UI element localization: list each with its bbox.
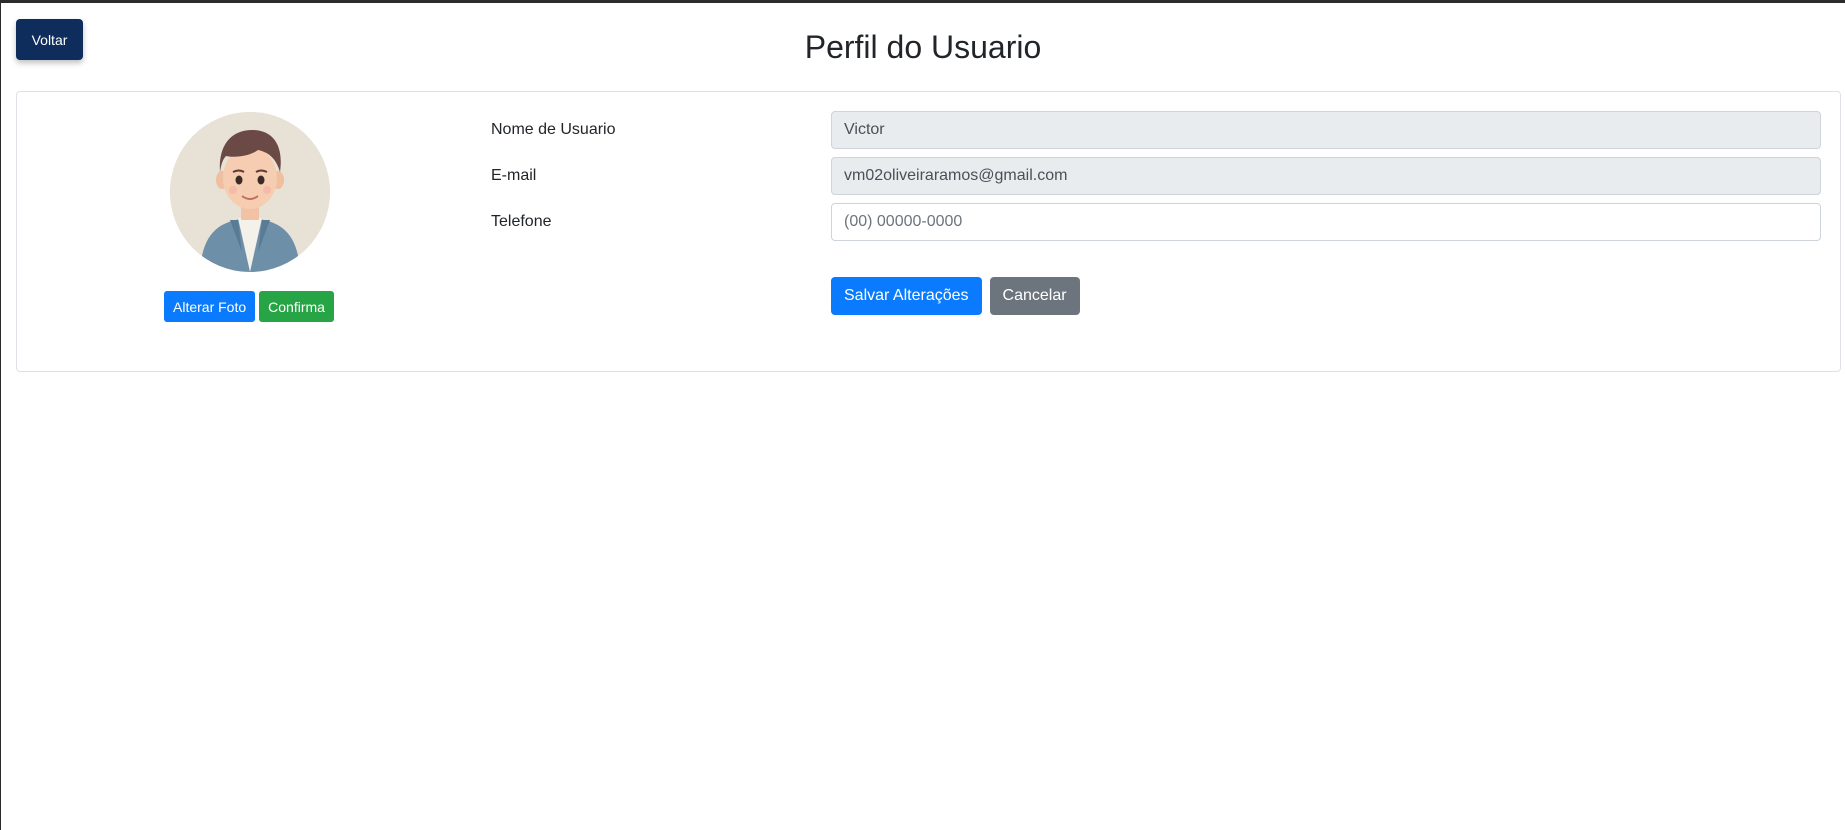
phone-row: Telefone	[491, 203, 1836, 241]
email-row: E-mail	[491, 157, 1836, 195]
profile-form: Nome de Usuario E-mail Telefone Salvar A…	[17, 92, 1840, 371]
username-row: Nome de Usuario	[491, 111, 1836, 149]
username-field[interactable]	[831, 111, 1821, 149]
profile-card: Alterar Foto Confirma Nome de Usuario E-…	[16, 91, 1841, 372]
page-title: Perfil do Usuario	[804, 29, 1042, 65]
phone-label: Telefone	[491, 213, 552, 230]
phone-field[interactable]	[831, 203, 1821, 241]
email-label: E-mail	[491, 167, 537, 184]
page: Voltar Perfil do Usuario Alterar Foto Co…	[0, 0, 1845, 830]
save-button[interactable]: Salvar Alterações	[831, 277, 982, 315]
username-label: Nome de Usuario	[491, 121, 616, 138]
form-actions: Salvar Alterações Cancelar	[831, 277, 1080, 315]
cancel-button[interactable]: Cancelar	[989, 277, 1080, 315]
email-field[interactable]	[831, 157, 1821, 195]
